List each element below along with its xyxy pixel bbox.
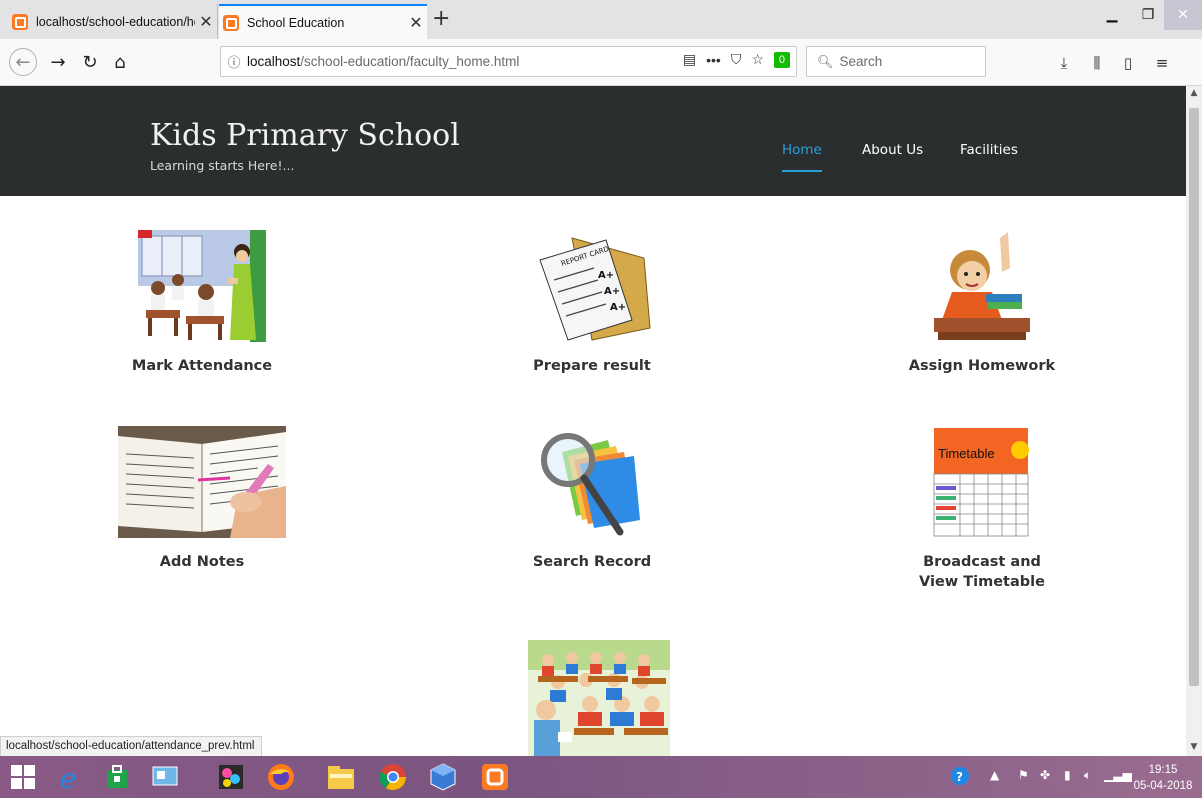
battery-icon[interactable]: ▮ <box>1064 768 1071 782</box>
library-icon[interactable]: ⫼ <box>1085 52 1109 74</box>
site-header: Kids Primary School Learning starts Here… <box>0 86 1186 196</box>
close-tab-icon[interactable]: ✕ <box>405 13 427 33</box>
feature-prepare-result[interactable]: REPORT CARD A+ A+ A+ Prepare result <box>492 226 692 376</box>
home-icon[interactable]: ⌂ <box>106 48 134 76</box>
close-tab-icon[interactable]: ✕ <box>195 12 217 32</box>
shield-badge[interactable]: 0 <box>773 51 790 68</box>
pocket-icon[interactable]: ⛉ <box>731 51 742 68</box>
feature-label-line1: Broadcast and <box>923 554 1041 570</box>
feature-label: Prepare result <box>533 358 651 374</box>
scrollbar-thumb[interactable] <box>1189 108 1199 686</box>
status-link-url: localhost/school-education/attendance_pr… <box>0 736 262 757</box>
site-brand[interactable]: Kids Primary School <box>150 118 460 153</box>
feature-search-record[interactable]: Search Record <box>492 422 692 572</box>
action-center-flag-icon[interactable]: ⚑ <box>1018 768 1029 782</box>
classroom-students-image <box>528 640 670 756</box>
nav-active-indicator <box>782 170 822 172</box>
windows-start-icon[interactable] <box>6 760 40 794</box>
file-explorer-icon[interactable] <box>324 760 358 794</box>
store-icon[interactable] <box>100 760 134 794</box>
feature-broadcast-timetable[interactable]: Timetable Broadcast and View Timetable <box>882 422 1082 592</box>
forward-icon[interactable]: → <box>44 48 72 76</box>
tab-strip: localhost/school-education/ho ✕ School E… <box>0 0 1202 39</box>
timetable-image-title: Timetable <box>938 446 995 461</box>
feature-assign-homework[interactable]: Assign Homework <box>882 226 1082 376</box>
new-tab-button[interactable]: + <box>432 6 450 31</box>
search-placeholder: Search <box>839 54 883 69</box>
firefox-icon[interactable] <box>264 760 298 794</box>
scroll-down-icon[interactable]: ▼ <box>1186 742 1202 752</box>
site-tagline: Learning starts Here!... <box>150 158 295 173</box>
xampp-favicon-icon <box>12 13 28 30</box>
show-hidden-icons-icon[interactable]: ▲ <box>990 768 999 782</box>
browser-tab-1[interactable]: localhost/school-education/ho ✕ <box>8 4 218 39</box>
url-bar[interactable]: ⓘ localhost/school-education/faculty_hom… <box>220 46 797 77</box>
tab-title: localhost/school-education/ho <box>36 14 195 29</box>
help-icon[interactable]: ? <box>950 766 970 789</box>
clock-date: 05-04-2018 <box>1133 780 1193 792</box>
feature-label-line2: View Timetable <box>919 574 1045 590</box>
virtualbox-icon[interactable] <box>426 760 460 794</box>
close-window-icon[interactable]: ✕ <box>1164 0 1202 30</box>
dropbox-icon[interactable]: ✤ <box>1040 768 1050 782</box>
page-viewport: Kids Primary School Learning starts Here… <box>0 86 1186 756</box>
back-icon[interactable]: ← <box>9 48 37 76</box>
feature-classroom[interactable] <box>492 636 692 756</box>
site-info-icon[interactable]: ⓘ <box>221 52 247 71</box>
bookmark-star-icon[interactable]: ☆ <box>751 51 764 68</box>
feature-mark-attendance[interactable]: Mark Attendance <box>102 226 302 376</box>
feature-label: Mark Attendance <box>131 358 273 374</box>
browser-tab-2[interactable]: School Education ✕ <box>219 4 427 39</box>
reload-icon[interactable]: ↻ <box>76 48 104 76</box>
tab-title: School Education <box>247 15 345 30</box>
timetable-image: Timetable <box>932 426 1032 538</box>
nav-home[interactable]: Home <box>782 142 822 158</box>
svg-text:A+: A+ <box>610 302 626 313</box>
xampp-favicon-icon <box>223 14 239 31</box>
download-icon[interactable]: ⤓ <box>1052 52 1076 74</box>
svg-text:A+: A+ <box>598 270 614 281</box>
taskbar-clock[interactable]: 19:15 05-04-2018 <box>1130 762 1196 794</box>
svg-text:A+: A+ <box>604 286 620 297</box>
nav-facilities[interactable]: Facilities <box>960 142 1018 158</box>
app-colorful-icon[interactable] <box>214 760 248 794</box>
xampp-icon[interactable] <box>478 760 512 794</box>
network-signal-icon[interactable]: ▁▃▅ <box>1104 768 1132 782</box>
search-icon: 🔍︎ <box>817 53 834 69</box>
page-actions-icon[interactable]: ••• <box>706 52 721 68</box>
url-path: /school-education/faculty_home.html <box>300 54 520 69</box>
windows-taskbar: e ? ▲ ⚑ ✤ ▮ 🔈︎ ▁▃▅ 19:15 05-04-2018 <box>0 756 1202 798</box>
feature-add-notes[interactable]: Add Notes <box>102 422 302 572</box>
clock-time: 19:15 <box>1148 764 1178 776</box>
svg-text:e: e <box>60 762 77 792</box>
classroom-teacher-image <box>138 230 266 342</box>
search-input[interactable]: 🔍︎ Search <box>806 46 986 77</box>
reader-view-icon[interactable]: ▤ <box>683 51 696 68</box>
feature-label: Search Record <box>532 554 652 570</box>
page-scrollbar[interactable]: ▲ ▼ <box>1186 86 1202 756</box>
scroll-up-icon[interactable]: ▲ <box>1186 88 1202 98</box>
control-panel-icon[interactable] <box>148 760 182 794</box>
svg-text:?: ? <box>956 770 963 784</box>
volume-icon[interactable]: 🔈︎ <box>1084 768 1091 783</box>
report-card-image: REPORT CARD A+ A+ A+ <box>532 230 652 344</box>
sidebar-icon[interactable]: ▯ <box>1116 52 1140 74</box>
feature-label: Add Notes <box>159 554 245 570</box>
feature-label: Assign Homework <box>908 358 1056 374</box>
menu-icon[interactable]: ≡ <box>1150 52 1174 74</box>
internet-explorer-icon[interactable]: e <box>54 760 88 794</box>
writing-notes-image <box>118 426 286 538</box>
chrome-icon[interactable] <box>376 760 410 794</box>
nav-about-us[interactable]: About Us <box>862 142 923 158</box>
minimize-window-icon[interactable]: ▁ <box>1092 0 1132 30</box>
restore-window-icon[interactable]: ❐ <box>1132 0 1164 30</box>
student-raising-hand-image <box>930 228 1034 344</box>
search-folders-image <box>538 426 646 540</box>
url-host: localhost <box>247 54 301 69</box>
